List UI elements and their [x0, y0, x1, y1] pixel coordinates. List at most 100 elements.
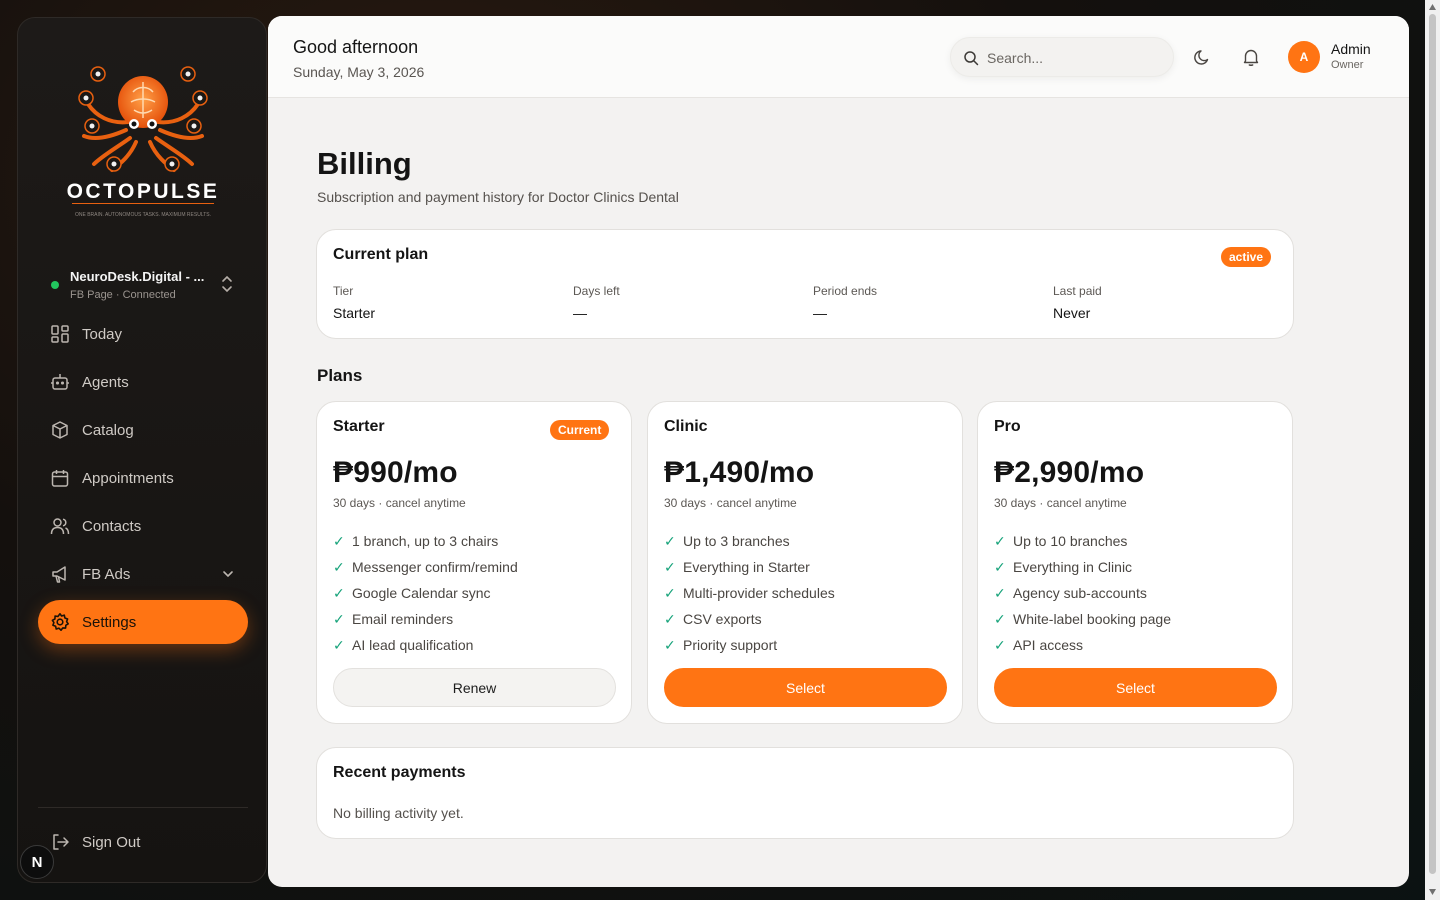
check-icon: ✓	[333, 584, 345, 601]
nav-label: FB Ads	[82, 566, 131, 583]
nav-label: Appointments	[82, 470, 174, 487]
workspace-switcher[interactable]: NeuroDesk.Digital - ... FB Page · Connec…	[42, 263, 242, 307]
feature-list: ✓ Up to 3 branches ✓ Everything in Starter…	[664, 528, 835, 658]
user-name: Admin	[1331, 41, 1371, 57]
check-icon: ✓	[333, 532, 345, 549]
workspace-status: FB Page · Connected	[70, 289, 176, 301]
feature-item: ✓ API access	[994, 632, 1171, 658]
scroll-thumb[interactable]	[1429, 14, 1436, 874]
plan-name: Starter	[333, 418, 385, 435]
logout-icon	[53, 834, 69, 850]
feature-text: White-label booking page	[1013, 611, 1171, 627]
check-icon: ✓	[333, 610, 345, 627]
nav-item-today[interactable]: Today	[38, 312, 248, 356]
stat-label-last-paid: Last paid	[1053, 284, 1102, 298]
empty-state-text: No billing activity yet.	[333, 805, 464, 821]
check-icon: ✓	[994, 584, 1006, 601]
check-icon: ✓	[664, 610, 676, 627]
feature-text: API access	[1013, 637, 1084, 653]
plan-card-starter: Starter Current ₱990/mo 30 days · cancel…	[316, 401, 632, 724]
page-scrollbar[interactable]	[1425, 0, 1440, 900]
feature-text: Everything in Starter	[683, 559, 810, 575]
megaphone-icon	[52, 566, 66, 583]
check-icon: ✓	[994, 636, 1006, 653]
dev-tools-badge[interactable]: N	[20, 845, 54, 879]
search-input[interactable]	[987, 47, 1163, 69]
search-box[interactable]	[950, 37, 1174, 77]
current-plan-title: Current plan	[333, 246, 429, 263]
connected-status-dot	[51, 281, 59, 289]
page-subtitle: Subscription and payment history for Doc…	[317, 189, 679, 205]
user-role: Owner	[1331, 59, 1364, 71]
sign-out-label: Sign Out	[82, 834, 141, 851]
renew-button[interactable]: Renew	[333, 668, 616, 707]
octopulse-logo[interactable]: OCTOPULSE ONE BRAIN. AUTONOMOUS TASKS. M…	[58, 52, 228, 222]
plans-heading: Plans	[317, 366, 363, 385]
feature-item: ✓ Up to 10 branches	[994, 528, 1171, 554]
check-icon: ✓	[994, 558, 1006, 575]
feature-text: Multi-provider schedules	[683, 585, 835, 601]
feature-text: Agency sub-accounts	[1013, 585, 1147, 601]
page-title: Billing	[317, 146, 412, 181]
feature-text: Up to 10 branches	[1013, 533, 1128, 549]
plan-card-clinic: Clinic ₱1,490/mo 30 days · cancel anytim…	[647, 401, 963, 724]
robot-icon	[51, 374, 69, 390]
check-icon: ✓	[664, 532, 676, 549]
nav-item-catalog[interactable]: Catalog	[38, 408, 248, 452]
nav-item-agents[interactable]: Agents	[38, 360, 248, 404]
check-icon: ✓	[994, 532, 1006, 549]
scroll-up-arrow-icon[interactable]	[1428, 3, 1437, 11]
select-pro-button[interactable]: Select	[994, 668, 1277, 707]
stat-label-period-ends: Period ends	[813, 284, 878, 298]
stat-label-days-left: Days left	[573, 284, 620, 298]
feature-list: ✓ Up to 10 branches ✓ Everything in Clinic…	[994, 528, 1171, 658]
main-panel: Good afternoon Sunday, May 3, 2026 A Adm…	[268, 16, 1409, 887]
feature-text: Messenger confirm/remind	[352, 559, 518, 575]
nav-item-fb-ads[interactable]: FB Ads	[38, 552, 248, 596]
stat-value-tier: Starter	[333, 305, 376, 321]
scroll-down-arrow-icon[interactable]	[1428, 888, 1437, 896]
feature-text: Everything in Clinic	[1013, 559, 1133, 575]
feature-list: ✓ 1 branch, up to 3 chairs ✓ Messenger con…	[333, 528, 518, 658]
bell-icon[interactable]	[1240, 46, 1262, 68]
check-icon: ✓	[333, 636, 345, 653]
feature-text: Email reminders	[352, 611, 454, 627]
current-date: Sunday, May 3, 2026	[293, 64, 425, 80]
nav-label: Settings	[82, 614, 137, 631]
workspace-name: NeuroDesk.Digital - ...	[70, 269, 205, 284]
nav-item-appointments[interactable]: Appointments	[38, 456, 248, 500]
feature-item: ✓ 1 branch, up to 3 chairs	[333, 528, 518, 554]
grid-icon	[51, 325, 69, 343]
nav-item-settings[interactable]: Settings	[38, 600, 248, 644]
octopus-logo-graphic: OCTOPULSE ONE BRAIN. AUTONOMOUS TASKS. M…	[67, 66, 217, 218]
sidebar: OCTOPULSE ONE BRAIN. AUTONOMOUS TASKS. M…	[17, 17, 267, 883]
current-plan-card: Current plan active Tier Starter Days le…	[316, 229, 1294, 339]
check-icon: ✓	[664, 558, 676, 575]
feature-item: ✓ Everything in Starter	[664, 554, 835, 580]
check-icon: ✓	[333, 558, 345, 575]
select-clinic-button[interactable]: Select	[664, 668, 947, 707]
box-icon	[52, 421, 68, 439]
stat-value-period-ends: —	[813, 305, 827, 321]
calendar-icon	[51, 470, 69, 487]
sign-out-button[interactable]: Sign Out	[38, 820, 248, 864]
plan-period: 30 days · cancel anytime	[664, 496, 797, 510]
chevron-updown-icon	[222, 275, 232, 293]
plan-price: ₱1,490/mo	[664, 456, 815, 489]
nav-label: Agents	[82, 374, 129, 391]
nav-item-contacts[interactable]: Contacts	[38, 504, 248, 548]
nav-label: Today	[82, 326, 123, 343]
feature-text: Google Calendar sync	[352, 585, 491, 601]
feature-item: ✓ Google Calendar sync	[333, 580, 518, 606]
nav-label: Catalog	[82, 422, 134, 439]
chevron-down-icon	[223, 571, 233, 578]
dark-mode-toggle-icon[interactable]	[1192, 46, 1214, 68]
greeting: Good afternoon	[293, 37, 419, 57]
avatar[interactable]: A	[1288, 41, 1320, 73]
search-icon	[964, 51, 979, 66]
logo-tagline: ONE BRAIN. AUTONOMOUS TASKS. MAXIMUM RES…	[75, 212, 211, 218]
plan-card-pro: Pro ₱2,990/mo 30 days · cancel anytime ✓…	[977, 401, 1293, 724]
current-plan-badge: Current	[550, 420, 610, 440]
feature-item: ✓ Priority support	[664, 632, 835, 658]
feature-text: 1 branch, up to 3 chairs	[352, 533, 499, 549]
